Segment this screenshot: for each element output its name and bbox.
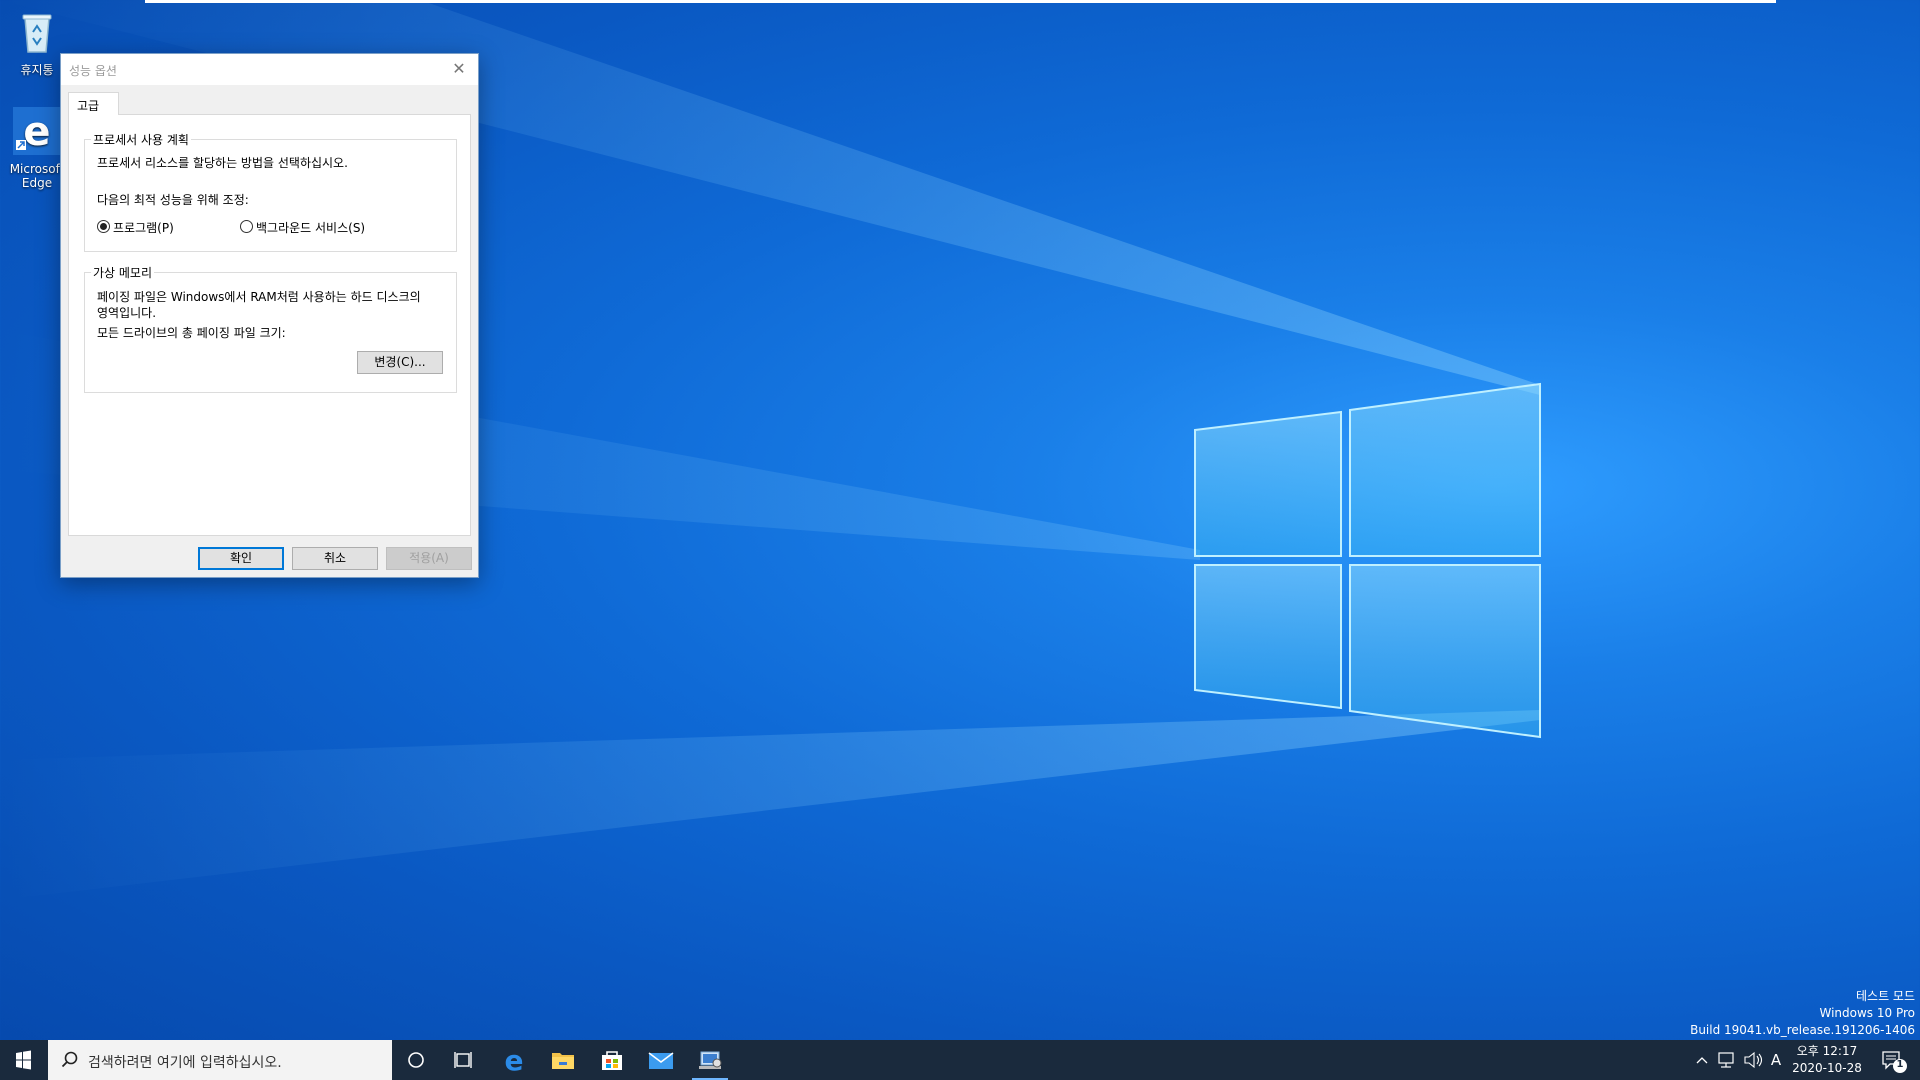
radio-programs-label[interactable]: 프로그램(P) xyxy=(113,219,174,236)
search-placeholder: 검색하려면 여기에 입력하십시오. xyxy=(88,1055,282,1071)
desktop-icon-label: Microsoft Edge xyxy=(9,162,65,190)
group-legend: 가상 메모리 xyxy=(91,264,155,281)
vm-description-line2: 영역입니다. xyxy=(97,306,157,320)
tab-advanced[interactable]: 고급 xyxy=(68,92,119,115)
taskbar-mail-button[interactable] xyxy=(637,1040,685,1080)
performance-options-dialog: 성능 옵션 ✕ 고급 프로세서 사용 계획 프로세서 리소스를 할당하는 방법을… xyxy=(60,53,479,578)
radio-background-services[interactable] xyxy=(240,220,253,233)
network-icon xyxy=(1718,1052,1734,1068)
edge-icon: e xyxy=(505,1044,524,1077)
apply-button[interactable]: 적용(A) xyxy=(386,547,472,570)
test-mode-watermark: 테스트 모드 Windows 10 Pro Build 19041.vb_rel… xyxy=(1690,988,1915,1039)
clock-time: 오후 12:17 xyxy=(1796,1044,1858,1058)
radio-background-label[interactable]: 백그라운드 서비스(S) xyxy=(256,219,365,236)
action-center-button[interactable]: 1 xyxy=(1873,1040,1913,1080)
task-view-button[interactable] xyxy=(440,1040,488,1080)
group-legend: 프로세서 사용 계획 xyxy=(91,131,191,148)
edge-icon: e xyxy=(13,107,61,155)
windows-logo xyxy=(1194,382,1541,739)
taskbar-file-explorer-button[interactable] xyxy=(539,1040,587,1080)
file-explorer-icon xyxy=(552,1053,574,1069)
network-tray-button[interactable] xyxy=(1716,1040,1738,1080)
performance-options-icon xyxy=(699,1051,722,1069)
watermark-line: 테스트 모드 xyxy=(1855,989,1915,1003)
vm-description-line1: 페이징 파일은 Windows에서 RAM처럼 사용하는 하드 디스크의 xyxy=(97,290,421,304)
windows-start-icon xyxy=(16,1050,31,1070)
chevron-up-icon xyxy=(1696,1057,1708,1064)
top-strip xyxy=(145,0,1776,3)
taskbar-performance-options-button[interactable] xyxy=(686,1040,734,1080)
svg-text:e: e xyxy=(505,1044,524,1077)
vm-total-label: 모든 드라이브의 총 페이징 파일 크기: xyxy=(97,326,286,340)
recycle-bin-icon xyxy=(22,14,52,53)
tab-panel: 프로세서 사용 계획 프로세서 리소스를 할당하는 방법을 선택하십시오. 다음… xyxy=(68,114,471,536)
processor-scheduling-group: 프로세서 사용 계획 프로세서 리소스를 할당하는 방법을 선택하십시오. 다음… xyxy=(84,131,457,252)
cortana-icon xyxy=(408,1052,424,1068)
adjust-label: 다음의 최적 성능을 위해 조정: xyxy=(97,193,249,207)
store-icon xyxy=(602,1051,622,1070)
close-icon[interactable]: ✕ xyxy=(448,58,470,80)
taskbar: 검색하려면 여기에 입력하십시오. e A 오후 12:17 2020-10-2… xyxy=(0,1040,1920,1080)
notification-count-badge: 1 xyxy=(1896,1059,1904,1070)
watermark-line: Build 19041.vb_release.191206-1406 xyxy=(1690,1023,1915,1037)
speaker-icon xyxy=(1744,1051,1763,1069)
cancel-button[interactable]: 취소 xyxy=(292,547,378,570)
ime-indicator[interactable]: A xyxy=(1766,1040,1786,1080)
search-icon xyxy=(61,1051,78,1068)
taskbar-search-box[interactable]: 검색하려면 여기에 입력하십시오. xyxy=(48,1040,392,1080)
taskbar-clock[interactable]: 오후 12:17 2020-10-28 xyxy=(1789,1043,1865,1077)
taskbar-store-button[interactable] xyxy=(588,1040,636,1080)
ok-button[interactable]: 확인 xyxy=(198,547,284,570)
watermark-line: Windows 10 Pro xyxy=(1819,1006,1915,1020)
virtual-memory-group: 가상 메모리 페이징 파일은 Windows에서 RAM처럼 사용하는 하드 디… xyxy=(84,264,457,393)
processor-description: 프로세서 리소스를 할당하는 방법을 선택하십시오. xyxy=(97,156,348,170)
tray-overflow-button[interactable] xyxy=(1695,1040,1709,1080)
cortana-button[interactable] xyxy=(392,1040,440,1080)
clock-date: 2020-10-28 xyxy=(1792,1061,1862,1075)
change-button[interactable]: 변경(C)... xyxy=(357,351,443,374)
radio-programs[interactable] xyxy=(97,220,110,233)
start-button[interactable] xyxy=(0,1040,48,1080)
dialog-titlebar[interactable]: 성능 옵션 ✕ xyxy=(61,54,478,85)
svg-text:e: e xyxy=(23,109,50,155)
task-view-icon xyxy=(454,1052,472,1068)
volume-tray-button[interactable] xyxy=(1742,1040,1764,1080)
mail-icon xyxy=(648,1052,674,1069)
dialog-title: 성능 옵션 xyxy=(69,64,117,78)
taskbar-edge-button[interactable]: e xyxy=(490,1040,538,1080)
